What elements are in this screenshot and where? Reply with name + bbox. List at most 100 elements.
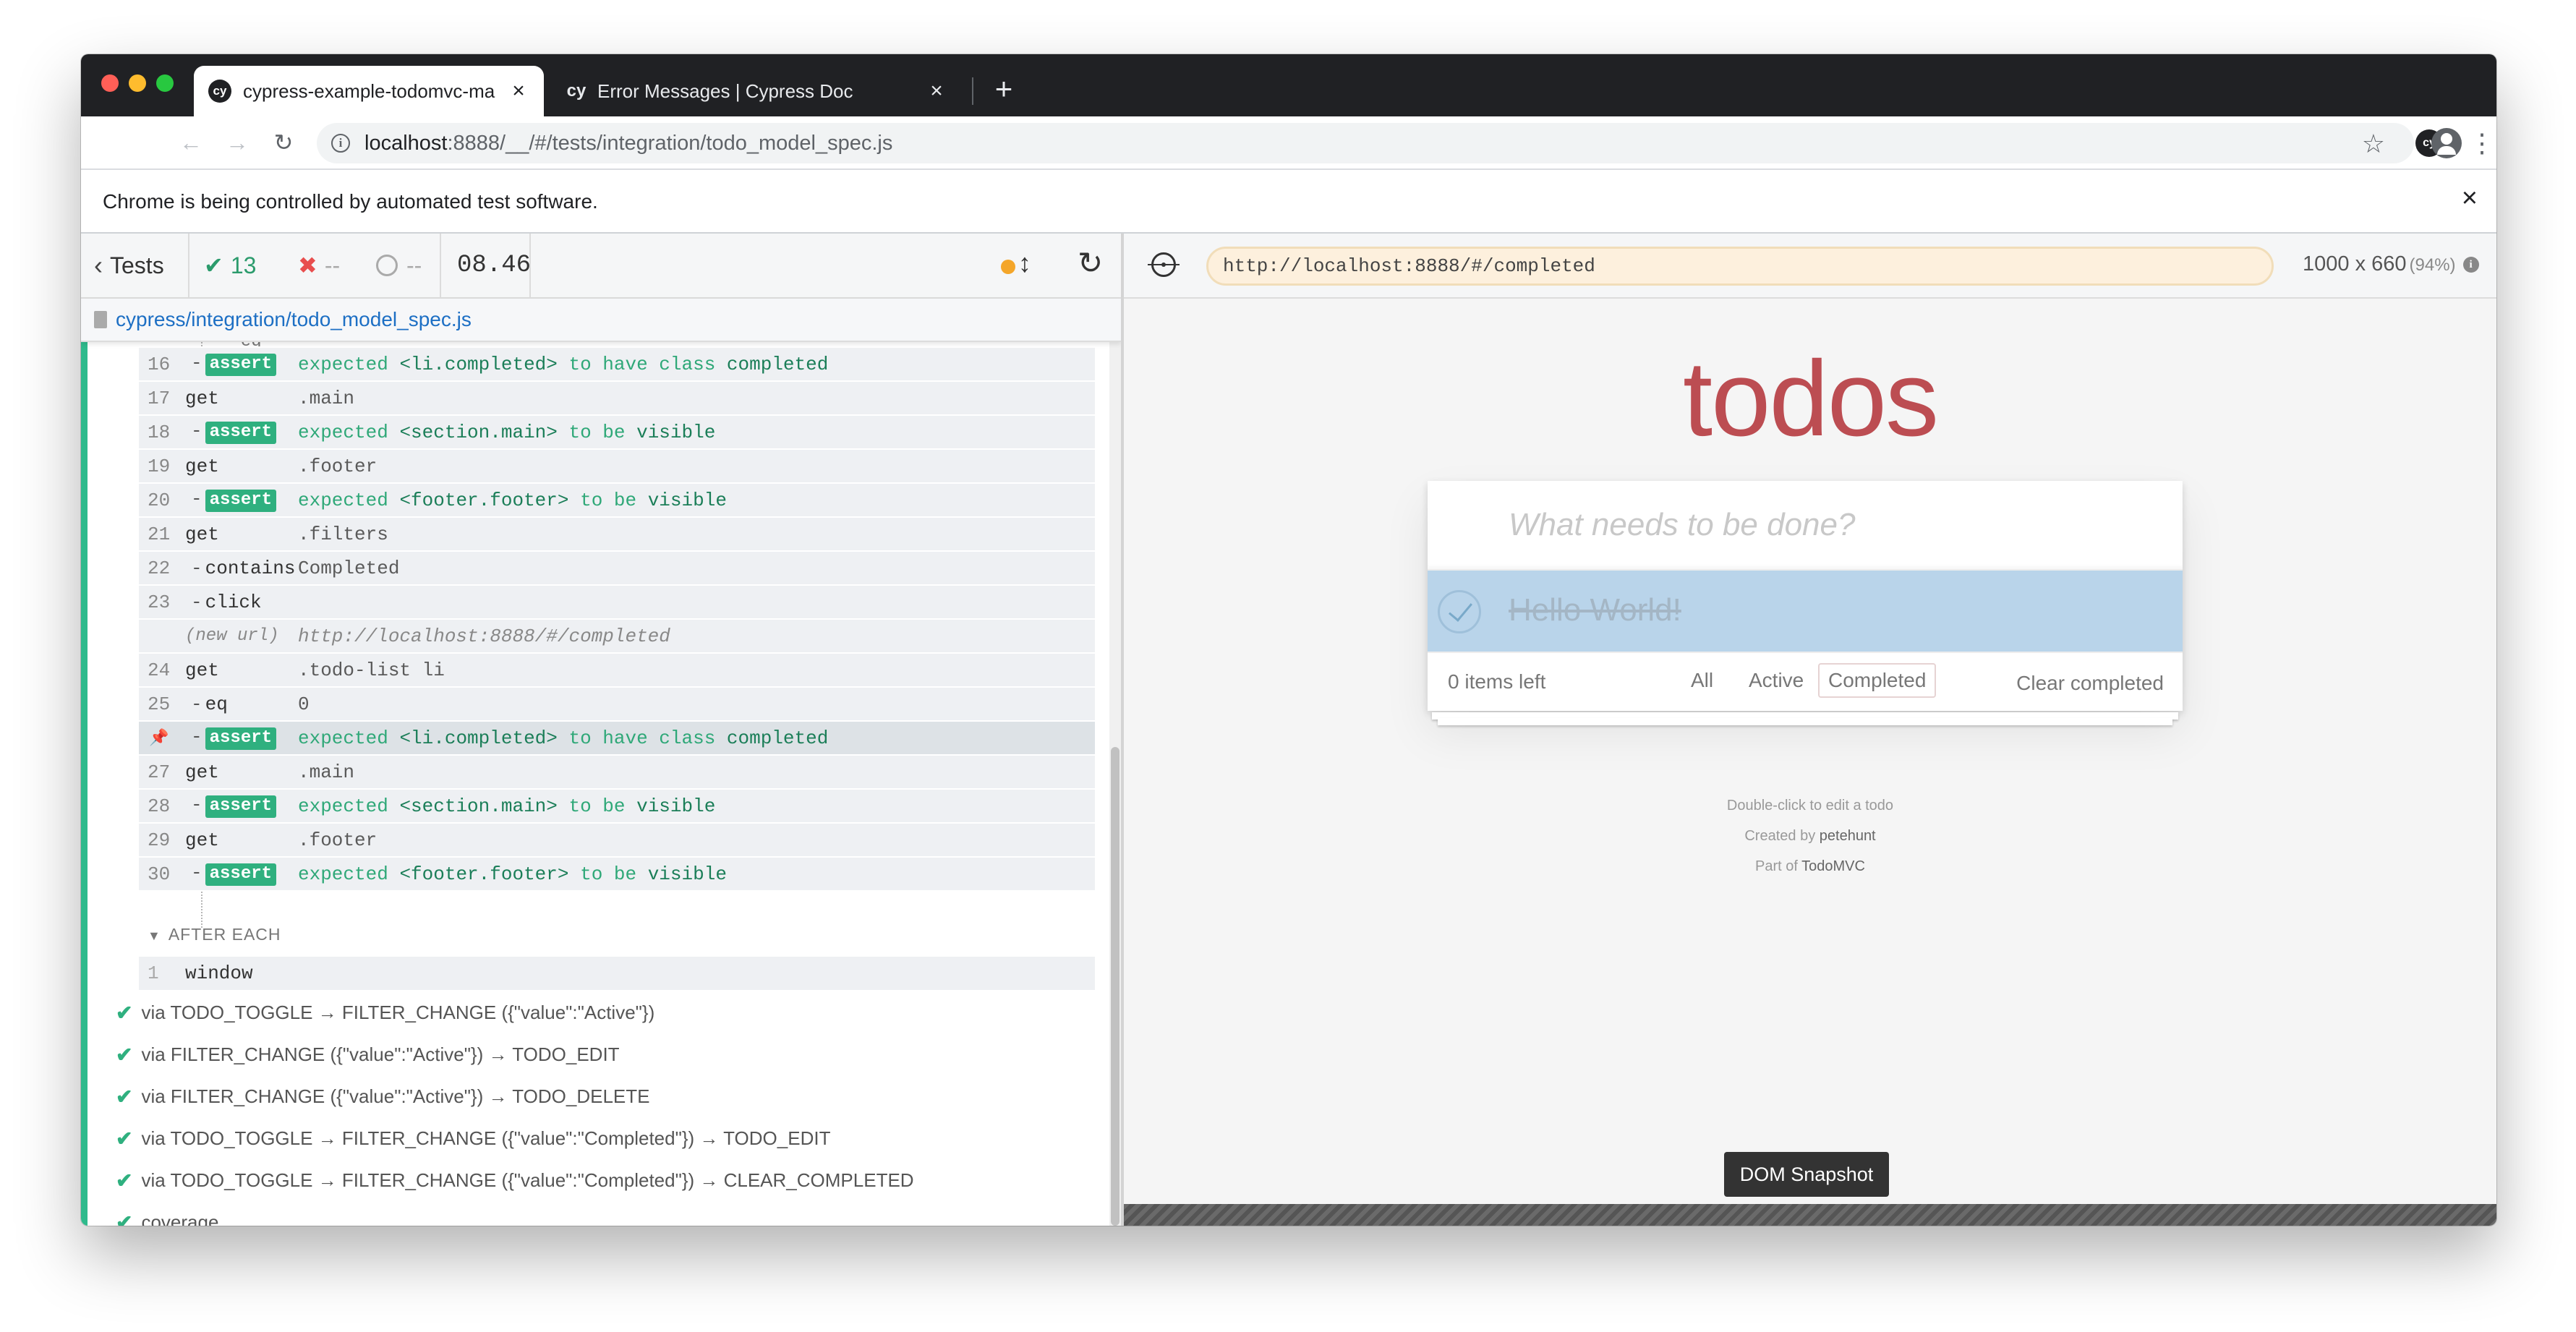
command-message: .footer [298, 455, 378, 477]
test-item[interactable]: ✔ via TODO_TOGGLE → FILTER_CHANGE ({"valu… [116, 996, 654, 1029]
address-bar[interactable]: i localhost:8888/__/#/tests/integration/… [317, 123, 2414, 163]
close-window-button[interactable] [101, 74, 119, 92]
command-row[interactable]: 19 get .footer [139, 450, 1095, 484]
command-row[interactable]: 17 get .main [139, 382, 1095, 416]
author-link[interactable]: petehunt [1820, 828, 1876, 844]
bookmark-star-icon[interactable]: ☆ [2362, 129, 2385, 159]
back-arrow-icon[interactable]: ← [175, 127, 207, 158]
reporter-stats-bar: ‹ Tests ✔ 13 ✖ -- -- 08.46 ↕ ↻ [81, 234, 1121, 299]
test-item[interactable]: ✔ via FILTER_CHANGE ({"value":"Active"}) … [116, 1038, 620, 1071]
scrollbar-thumb[interactable] [1111, 747, 1119, 1226]
auto-scroll-icon[interactable]: ↕ [1018, 248, 1031, 278]
check-icon: ✔ [116, 1169, 133, 1192]
command-number: 20 [148, 489, 171, 511]
pending-value: -- [406, 252, 422, 278]
check-icon: ✔ [116, 1001, 133, 1024]
assert-badge: assert [205, 490, 277, 512]
command-message: Completed [298, 557, 400, 579]
viewport-info[interactable]: 1000 x 660 (94%) i [2303, 252, 2479, 276]
rerun-icon[interactable]: ↻ [1078, 245, 1103, 281]
tab-close-icon[interactable]: × [508, 79, 529, 103]
command-row[interactable]: 23 - click [139, 586, 1095, 620]
command-number: 19 [148, 455, 171, 477]
command-row[interactable]: 1 window [139, 957, 1095, 990]
tab-error-messages[interactable]: cy Error Messages | Cypress Doc × [550, 66, 962, 116]
profile-avatar-icon[interactable] [2431, 128, 2462, 158]
check-icon: ✔ [204, 252, 223, 278]
after-each-label: AFTER EACH [168, 925, 281, 944]
command-name: get [185, 829, 219, 851]
command-row[interactable]: 21 get .filters [139, 518, 1095, 552]
command-name: get [185, 523, 219, 545]
todo-toggle-check-icon[interactable] [1438, 590, 1481, 633]
url-text[interactable]: localhost:8888/__/#/tests/integration/to… [364, 132, 892, 155]
command-message: 0 [298, 693, 310, 715]
command-name: - contains [191, 557, 296, 579]
todo-item[interactable]: Hello World! [1428, 571, 2183, 653]
command-name: get [185, 761, 219, 783]
assert-badge: assert [205, 354, 277, 376]
spec-path-link[interactable]: cypress/integration/todo_model_spec.js [116, 308, 472, 331]
info-icon[interactable]: i [2462, 257, 2479, 273]
maximize-window-button[interactable] [156, 74, 174, 92]
command-row[interactable]: 30 - assert expected <footer.footer> to be … [139, 858, 1095, 892]
command-message: http://localhost:8888/#/completed [298, 625, 670, 647]
tests-back-button[interactable]: ‹ Tests [94, 234, 164, 297]
command-row[interactable]: 24 get .todo-list li [139, 654, 1095, 688]
assert-badge: assert [205, 795, 277, 818]
test-item[interactable]: ✔ via TODO_TOGGLE → FILTER_CHANGE ({"valu… [116, 1122, 830, 1155]
command-row[interactable]: 25 - eq 0 [139, 688, 1095, 722]
todomvc-link[interactable]: TodoMVC [1801, 858, 1865, 874]
chevron-left-icon: ‹ [94, 250, 103, 280]
check-icon: ✔ [116, 1127, 133, 1150]
command-number: 18 [148, 421, 171, 443]
filter-all[interactable]: All [1681, 663, 1723, 698]
test-title: coverage [141, 1211, 219, 1226]
todo-label[interactable]: Hello World! [1509, 592, 1681, 628]
reporter-scrollbar[interactable] [1109, 342, 1121, 1226]
site-info-icon[interactable]: i [331, 134, 350, 153]
command-message: .main [298, 387, 355, 409]
tab-title: Error Messages | Cypress Doc [597, 80, 853, 102]
command-row[interactable]: 27 get .main [139, 756, 1095, 790]
filter-active[interactable]: Active [1739, 663, 1814, 698]
check-icon: ✔ [116, 1211, 133, 1226]
tab-cypress-todomvc[interactable]: cy cypress-example-todomvc-ma × [194, 66, 544, 116]
command-name: get [185, 659, 219, 681]
clear-completed-button[interactable]: Clear completed [2016, 672, 2164, 695]
forward-arrow-icon[interactable]: → [221, 127, 253, 158]
pin-icon: 📌 [149, 729, 169, 748]
command-row[interactable]: 18 - assert expected <section.main> to be v… [139, 416, 1095, 450]
test-item[interactable]: ✔ coverage [116, 1205, 218, 1226]
command-row[interactable]: 28 - assert expected <section.main> to be v… [139, 790, 1095, 824]
command-row[interactable]: (new url) http://localhost:8888/#/complet… [139, 620, 1095, 654]
test-title: via TODO_TOGGLE → FILTER_CHANGE ({"value… [141, 1001, 655, 1023]
filter-completed[interactable]: Completed [1818, 663, 1937, 698]
pending-circle-icon [376, 255, 398, 276]
command-number: 22 [148, 557, 171, 579]
selector-playground-icon[interactable] [1148, 252, 1180, 277]
command-row[interactable]: 29 get .footer [139, 824, 1095, 858]
after-each-hook[interactable]: ▼ AFTER EACH [148, 925, 281, 944]
command-name: get [185, 455, 219, 477]
more-menu-icon[interactable]: ⋮ [2468, 125, 2496, 161]
test-item[interactable]: ✔ via TODO_TOGGLE → FILTER_CHANGE ({"valu… [116, 1164, 914, 1197]
minimize-window-button[interactable] [129, 74, 146, 92]
command-row[interactable]: 16 - assert expected <li.completed> to have… [139, 348, 1095, 382]
new-tab-button[interactable]: + [982, 67, 1025, 111]
assert-badge: assert [205, 863, 277, 886]
command-row[interactable]: 20 - assert expected <footer.footer> to be … [139, 484, 1095, 518]
command-row[interactable]: 22 - contains Completed [139, 552, 1095, 586]
new-todo-input[interactable]: What needs to be done? [1428, 481, 2183, 571]
reload-icon[interactable]: ↻ [268, 127, 299, 158]
command-row[interactable]: 📌 - assert expected <li.completed> to have … [139, 722, 1095, 756]
infobar-close-icon[interactable]: × [2462, 183, 2478, 214]
check-icon: ✔ [116, 1085, 133, 1108]
test-item[interactable]: ✔ via FILTER_CHANGE ({"value":"Active"}) … [116, 1080, 649, 1113]
snapshot-stripe-bar [1124, 1204, 2496, 1226]
check-icon: ✔ [116, 1043, 133, 1066]
command-number: 27 [148, 761, 171, 783]
infobar-message: Chrome is being controlled by automated … [103, 190, 598, 213]
tab-close-icon[interactable]: × [926, 79, 947, 103]
command-message: expected <li.completed> to have class co… [298, 353, 829, 375]
